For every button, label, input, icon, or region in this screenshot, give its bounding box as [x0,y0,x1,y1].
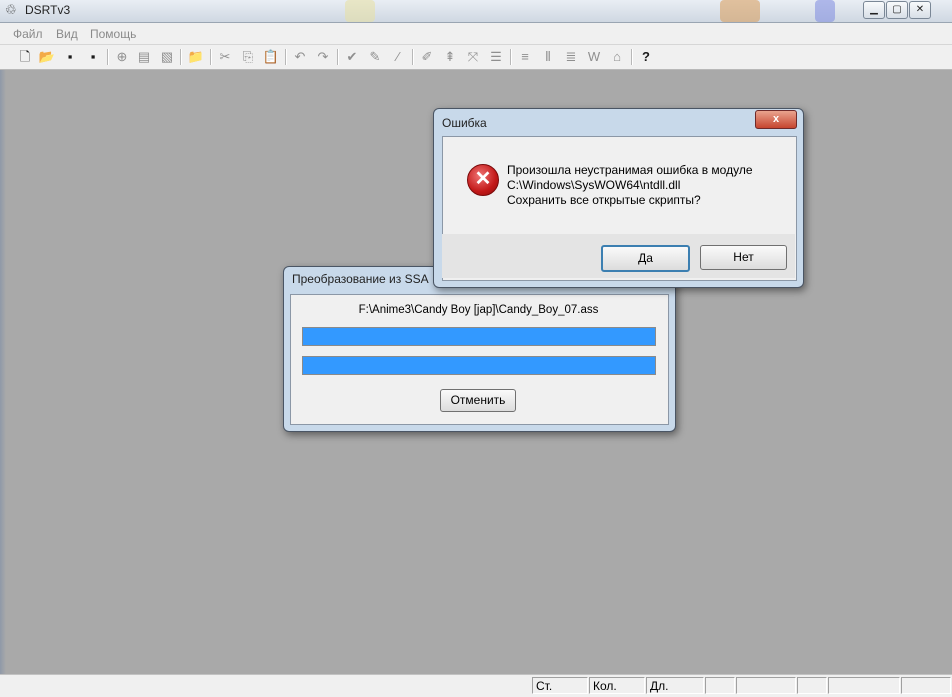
open-folder-icon[interactable]: 📁 [187,48,205,66]
new-file-icon[interactable]: 🗋 [16,48,34,66]
maximize-button[interactable]: ▢ [886,1,908,19]
open-icon[interactable]: 📂 [38,48,56,66]
align-icon[interactable]: ⇞ [441,48,459,66]
title-bar: ♲ DSRTv3 ▁ ▢ ✕ [0,0,952,23]
menu-bar: Файл Вид Помощь [0,23,952,45]
add-icon[interactable]: ⊕ [113,48,131,66]
status-bar: Ст. Кол. Дл. [0,674,952,697]
status-panel [705,677,735,694]
paste-icon[interactable]: 📋 [262,48,280,66]
error-message-line2: C:\Windows\SysWOW64\ntdll.dll [507,178,681,192]
redo-icon[interactable]: ↷ [314,48,332,66]
undo-icon[interactable]: ↶ [291,48,309,66]
help-icon[interactable]: ? [637,48,655,66]
minimize-button[interactable]: ▁ [863,1,885,19]
status-panel [828,677,900,694]
edit-icon[interactable]: ✎ [366,48,384,66]
cut-icon[interactable]: ✂ [216,48,234,66]
close-icon[interactable]: x [755,110,797,129]
close-window-button[interactable]: ✕ [909,1,931,19]
menu-file[interactable]: Файл [13,27,43,41]
error-icon: ✕ [467,164,499,196]
app-icon: ♲ [5,2,17,17]
lines-icon[interactable]: ≣ [562,48,580,66]
numbered-list-icon[interactable]: ≡ [516,48,534,66]
menu-view[interactable]: Вид [56,27,78,41]
file-path-label: F:\Anime3\Candy Boy [jap]\Candy_Boy_07.a… [358,304,599,316]
error-message-line3: Сохранить все открытые скрипты? [507,193,701,207]
error-dialog-title: Ошибка [442,116,487,130]
progress-bar-2 [302,356,656,375]
taskbar-ghost-icon [345,0,375,22]
error-message: Произошла неустранимая ошибка в модуле C… [507,163,753,208]
status-dl: Дл. [646,677,704,694]
cancel-button[interactable]: Отменить [440,389,516,412]
split-icon[interactable]: ⤧ [464,48,482,66]
left-edge [0,70,6,674]
progress-fill-2 [303,357,655,374]
brush-icon[interactable]: ✐ [418,48,436,66]
no-button[interactable]: Нет [700,245,787,270]
toolbar: 🗋 📂 ▪ ▪ ⊕ ▤ ▧ 📁 ✂ ⎘ 📋 ↶ ↷ ✔ ✎ ⁄ ✐ ⇞ ⤧ ☰ … [0,45,952,70]
save-all-icon[interactable]: ▪ [84,48,102,66]
wand-icon[interactable]: ⁄ [389,48,407,66]
save-icon[interactable]: ▪ [61,48,79,66]
word-icon[interactable]: W [585,48,603,66]
check-icon[interactable]: ✔ [343,48,361,66]
status-panel [901,677,951,694]
status-panel [797,677,827,694]
status-kol: Кол. [589,677,645,694]
menu-help[interactable]: Помощь [90,27,136,41]
yes-button[interactable]: Да [601,245,690,272]
progress-fill-1 [303,328,655,345]
insert-icon[interactable]: ▤ [135,48,153,66]
taskbar-ghost-icon [815,0,835,22]
home-icon[interactable]: ⌂ [608,48,626,66]
list-icon[interactable]: ☰ [487,48,505,66]
status-st: Ст. [532,677,588,694]
taskbar-ghost-icon [720,0,760,22]
convert-dialog-title: Преобразование из SSA [292,272,429,286]
copy-icon[interactable]: ⎘ [239,48,257,66]
columns-icon[interactable]: ⫴ [539,48,557,66]
progress-bar-1 [302,327,656,346]
error-message-line1: Произошла неустранимая ошибка в модуле [507,163,753,177]
window-title: DSRTv3 [25,3,71,17]
delete-icon[interactable]: ▧ [158,48,176,66]
status-panel [736,677,796,694]
